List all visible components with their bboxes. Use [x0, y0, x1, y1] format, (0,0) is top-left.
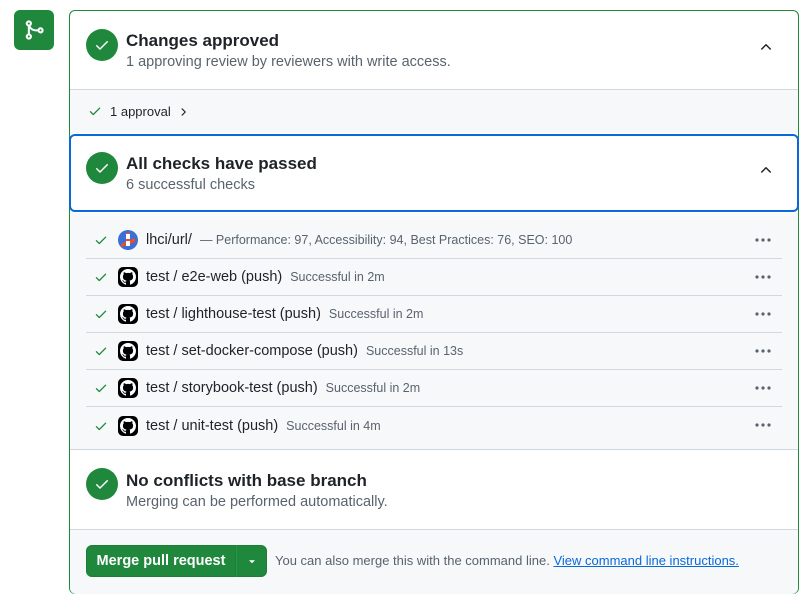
github-icon: [118, 267, 138, 287]
check-name[interactable]: test / e2e-web (push): [146, 269, 282, 285]
merge-actions: Merge pull request You can also merge th…: [70, 529, 798, 594]
checks-title: All checks have passed: [126, 154, 317, 173]
merge-status-panel: Changes approved 1 approving review by r…: [69, 10, 799, 594]
chevron-right-icon: [181, 107, 186, 116]
check-status: Successful in 2m: [325, 381, 421, 395]
chevron-up-icon[interactable]: [758, 162, 774, 178]
more-options-icon[interactable]: [754, 343, 772, 357]
check-icon: [94, 381, 108, 395]
merge-pull-request-button[interactable]: Merge pull request: [86, 545, 236, 577]
success-check-icon: [86, 468, 118, 500]
git-merge-icon: [14, 10, 54, 50]
github-icon: [118, 304, 138, 324]
conflicts-section: No conflicts with base branch Merging ca…: [70, 451, 798, 529]
approval-subtitle: 1 approving review by reviewers with wri…: [126, 54, 451, 70]
check-status: Successful in 2m: [290, 270, 385, 284]
check-icon: [88, 104, 102, 123]
check-row: test / unit-test (push) Successful in 4m: [86, 407, 782, 444]
github-icon: [118, 415, 138, 436]
checks-list: lhci/url/ — Performance: 97, Accessibili…: [70, 213, 798, 450]
triangle-down-icon: [248, 560, 255, 564]
lighthouse-icon: [118, 230, 138, 250]
more-options-icon[interactable]: [754, 232, 772, 246]
check-row: test / e2e-web (push) Successful in 2m: [86, 259, 782, 296]
command-line-instructions-link[interactable]: View command line instructions.: [553, 553, 738, 568]
check-icon: [94, 270, 108, 284]
check-name[interactable]: test / unit-test (push): [146, 418, 278, 434]
check-row: test / lighthouse-test (push) Successful…: [86, 296, 782, 333]
check-status: Successful in 13s: [365, 344, 464, 358]
success-check-icon: [86, 152, 118, 184]
check-icon: [94, 419, 108, 433]
check-row: test / storybook-test (push) Successful …: [86, 370, 782, 407]
check-name[interactable]: test / lighthouse-test (push): [146, 306, 321, 322]
github-icon: [118, 378, 138, 398]
success-check-icon: [86, 29, 118, 61]
approval-details: 1 approval: [70, 89, 798, 133]
check-name[interactable]: test / storybook-test (push): [146, 380, 318, 396]
conflicts-title: No conflicts with base branch: [126, 471, 367, 490]
chevron-up-icon[interactable]: [758, 39, 774, 55]
approval-title: Changes approved: [126, 31, 280, 50]
merge-hint-text: You can also merge this with the command…: [275, 553, 550, 568]
checks-section-header[interactable]: All checks have passed 6 successful chec…: [69, 134, 799, 212]
check-name[interactable]: lhci/url/: [146, 232, 192, 248]
checks-subtitle: 6 successful checks: [126, 177, 255, 193]
approvals-link[interactable]: 1 approval: [110, 104, 189, 119]
check-row: lhci/url/ — Performance: 97, Accessibili…: [86, 222, 782, 259]
check-status: — Performance: 97, Accessibility: 94, Be…: [199, 233, 573, 247]
approvals-link-label: 1 approval: [110, 104, 171, 119]
check-icon: [94, 233, 108, 247]
more-options-icon[interactable]: [754, 380, 772, 394]
more-options-icon[interactable]: [754, 417, 772, 431]
check-row: test / set-docker-compose (push) Success…: [86, 333, 782, 370]
check-icon: [94, 344, 108, 358]
check-status: Successful in 2m: [328, 307, 424, 321]
more-options-icon[interactable]: [754, 306, 772, 320]
conflicts-subtitle: Merging can be performed automatically.: [126, 494, 388, 510]
more-options-icon[interactable]: [754, 269, 772, 283]
check-icon: [94, 307, 108, 321]
merge-method-dropdown[interactable]: [236, 545, 267, 577]
github-icon: [118, 341, 138, 361]
check-status: Successful in 4m: [286, 418, 381, 433]
merge-hint: You can also merge this with the command…: [275, 553, 739, 568]
check-name[interactable]: test / set-docker-compose (push): [146, 343, 358, 359]
approval-section: Changes approved 1 approving review by r…: [70, 11, 798, 89]
